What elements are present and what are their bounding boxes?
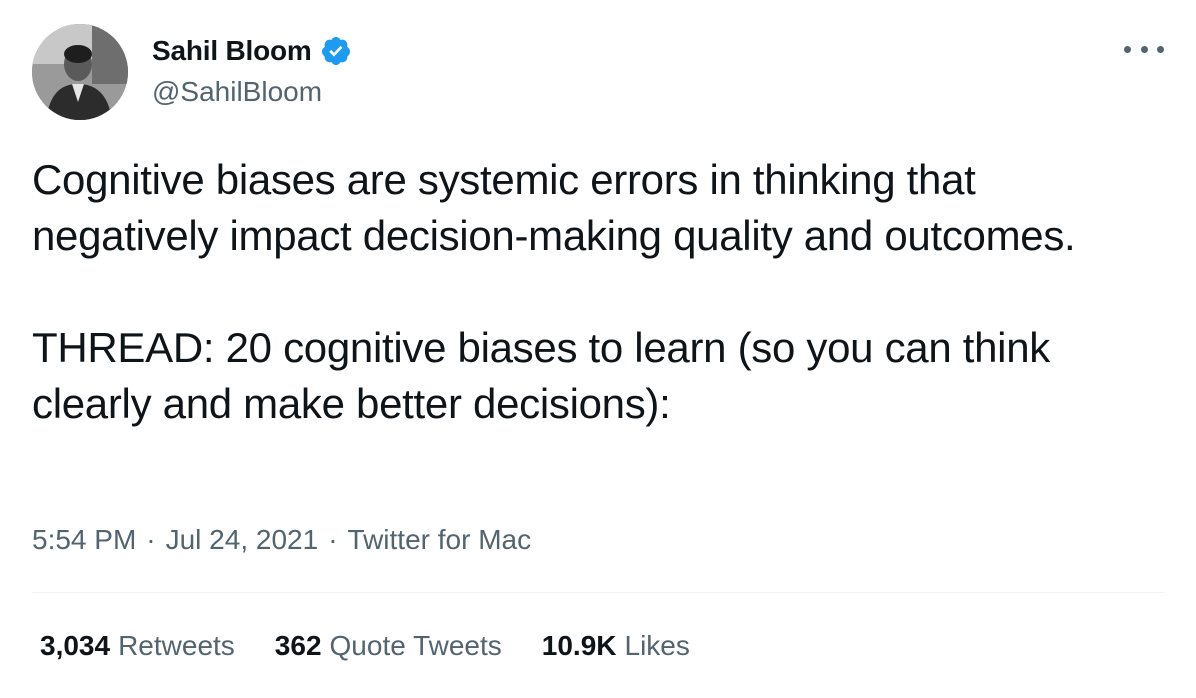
author-handle[interactable]: @SahilBloom [152, 76, 322, 108]
quote-tweets-label: Quote Tweets [329, 630, 502, 661]
author-name-row: Sahil Bloom [152, 34, 352, 68]
retweets-count: 3,034 [40, 630, 111, 661]
more-options-icon[interactable] [1124, 34, 1164, 64]
author-display-name[interactable]: Sahil Bloom [152, 35, 312, 67]
more-dot [1124, 45, 1131, 53]
verified-badge-icon [320, 35, 352, 67]
profile-photo-icon [32, 24, 128, 120]
divider [32, 592, 1164, 593]
likes-stat[interactable]: 10.9K Likes [542, 630, 690, 662]
avatar[interactable] [32, 24, 128, 120]
retweets-label: Retweets [118, 630, 235, 661]
likes-label: Likes [624, 630, 690, 661]
meta-separator: · [328, 524, 338, 555]
retweets-stat[interactable]: 3,034 Retweets [40, 630, 235, 662]
likes-count: 10.9K [541, 630, 617, 661]
tweet-time[interactable]: 5:54 PM [32, 524, 136, 556]
quote-tweets-count: 362 [274, 630, 322, 661]
tweet-text: Cognitive biases are systemic errors in … [32, 156, 1076, 427]
engagement-stats: 3,034 Retweets 362 Quote Tweets 10.9K Likes [40, 630, 730, 662]
more-dot [1157, 45, 1164, 53]
tweet-card: Sahil Bloom @SahilBloom Cognitive biases… [0, 0, 1196, 698]
quote-tweets-stat[interactable]: 362 Quote Tweets [275, 630, 502, 662]
more-dot [1140, 45, 1148, 53]
tweet-date[interactable]: Jul 24, 2021 [166, 524, 319, 556]
meta-separator: · [146, 524, 156, 555]
tweet-meta: 5:54 PM · Jul 24, 2021 · Twitter for Mac [32, 524, 531, 556]
tweet-source[interactable]: Twitter for Mac [348, 524, 532, 556]
